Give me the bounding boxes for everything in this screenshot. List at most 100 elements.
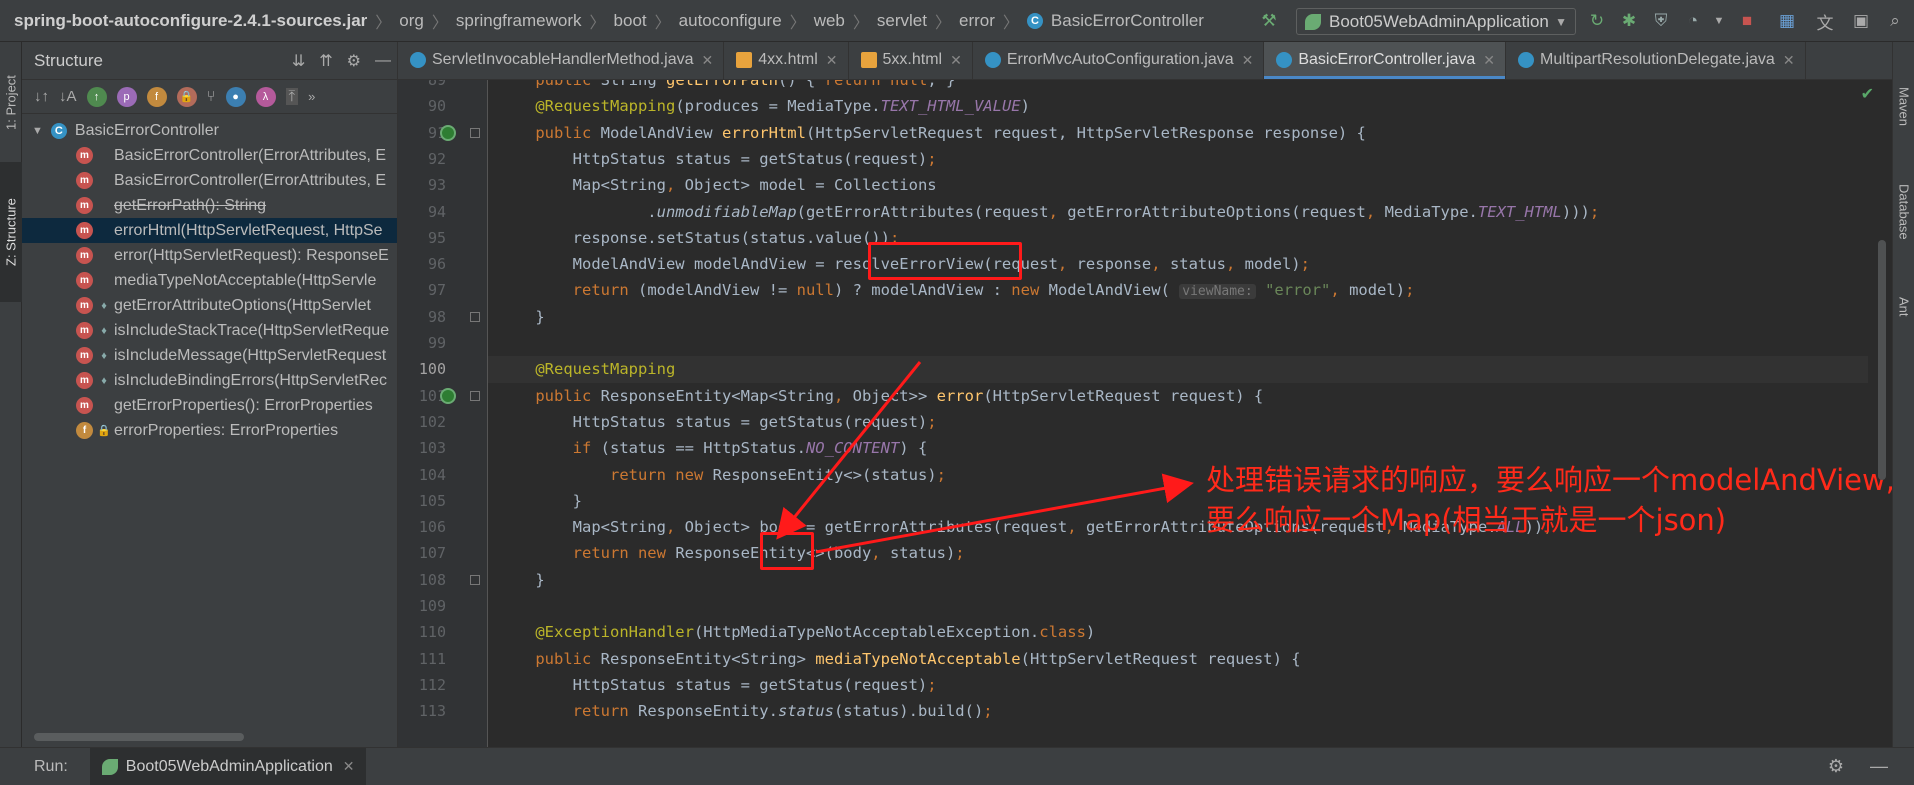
structure-item[interactable]: m ♦ getErrorAttributeOptions(HttpServlet xyxy=(22,293,397,318)
layout-icon[interactable]: ▣ xyxy=(1850,10,1872,32)
gear-icon[interactable]: ⚙ xyxy=(1828,756,1844,777)
breadcrumb: spring-boot-autoconfigure-2.4.1-sources.… xyxy=(14,10,1204,32)
structure-item[interactable]: m ♦ isIncludeStackTrace(HttpServletReque xyxy=(22,318,397,343)
project-structure-icon[interactable]: ▦ xyxy=(1776,10,1798,32)
editor-tab-label: BasicErrorController.java xyxy=(1298,51,1476,68)
editor-tab[interactable]: 4xx.html ✕ xyxy=(724,42,849,79)
structure-tool-tab[interactable]: Z: Structure xyxy=(0,162,22,302)
breadcrumb-error[interactable]: error xyxy=(959,11,995,31)
close-icon[interactable]: ✕ xyxy=(950,52,962,69)
html-file-icon xyxy=(860,52,877,68)
tree-root-class[interactable]: ▼ C BasicErrorController xyxy=(22,118,397,143)
show-inherited-icon[interactable]: ↑ xyxy=(86,86,107,107)
coverage-icon[interactable]: ⛨ xyxy=(1650,10,1672,32)
structure-item[interactable]: m BasicErrorController(ErrorAttributes, E xyxy=(22,168,397,193)
breadcrumb-jar[interactable]: spring-boot-autoconfigure-2.4.1-sources.… xyxy=(14,11,367,31)
structure-item[interactable]: m ♦ isIncludeBindingErrors(HttpServletRec xyxy=(22,368,397,393)
chevron-down-icon[interactable]: ▼ xyxy=(1708,10,1730,32)
maven-tab-label: Maven xyxy=(1896,87,1912,127)
search-icon[interactable]: ⌕ xyxy=(1884,10,1906,32)
autoscroll-icon[interactable]: ⤒ xyxy=(285,88,299,105)
chevron-down-icon: ▼ xyxy=(1555,14,1567,29)
close-icon[interactable]: ✕ xyxy=(343,758,355,775)
ant-tool-tab[interactable]: Ant xyxy=(1893,282,1914,332)
editor-tab[interactable]: 5xx.html ✕ xyxy=(849,42,973,79)
stop-icon[interactable]: ■ xyxy=(1736,10,1758,32)
breadcrumb-web[interactable]: web xyxy=(814,11,845,31)
lambdas-icon[interactable]: λ xyxy=(255,86,276,107)
structure-panel: Structure ⇊ ⇈ ⚙ — ↓↑ ↓A ↑ p f 🔒 ⑂ ● λ ⤒ … xyxy=(22,42,398,747)
breadcrumb-servlet[interactable]: servlet xyxy=(877,11,927,31)
show-fields-icon[interactable]: f xyxy=(146,86,167,107)
arrow-to-body xyxy=(776,361,922,540)
collapse-all-icon[interactable]: ⇈ xyxy=(319,51,332,71)
sort-alpha-icon[interactable]: ↓A xyxy=(59,88,77,105)
class-icon: C xyxy=(50,122,67,139)
project-tool-tab[interactable]: 1: Project xyxy=(0,48,22,158)
hammer-icon[interactable]: ⚒ xyxy=(1258,10,1280,32)
run-tab-label: Boot05WebAdminApplication xyxy=(125,757,333,775)
close-icon[interactable]: ✕ xyxy=(1242,52,1254,69)
show-non-public-icon[interactable]: 🔒 xyxy=(176,86,197,107)
visibility-icon: ♦ xyxy=(101,299,107,312)
structure-item[interactable]: m error(HttpServletRequest): ResponseE xyxy=(22,243,397,268)
profiler-icon[interactable]: ◔ xyxy=(1682,10,1704,32)
bug-icon[interactable]: ✱ xyxy=(1618,10,1640,32)
expand-all-icon[interactable]: ⇊ xyxy=(292,51,305,71)
anonymous-classes-icon[interactable]: ● xyxy=(225,86,246,107)
more-icon[interactable]: » xyxy=(308,89,315,104)
structure-item[interactable]: m getErrorPath(): String xyxy=(22,193,397,218)
structure-item[interactable]: m mediaTypeNotAcceptable(HttpServle xyxy=(22,268,397,293)
close-icon[interactable]: ✕ xyxy=(1783,52,1795,69)
structure-header: Structure ⇊ ⇈ ⚙ — xyxy=(22,42,397,80)
close-icon[interactable]: ✕ xyxy=(1483,52,1495,69)
breadcrumb-org[interactable]: org xyxy=(399,11,424,31)
horizontal-scrollbar[interactable] xyxy=(34,733,244,741)
ant-tab-label: Ant xyxy=(1896,297,1912,317)
tree-root-label: BasicErrorController xyxy=(74,121,219,139)
breadcrumb-autoconfigure[interactable]: autoconfigure xyxy=(679,11,782,31)
expand-arrow-icon[interactable]: ▼ xyxy=(32,125,43,137)
structure-item[interactable]: f 🔒 errorProperties: ErrorProperties xyxy=(22,418,397,443)
show-properties-icon[interactable]: p xyxy=(116,86,137,107)
ide-window: spring-boot-autoconfigure-2.4.1-sources.… xyxy=(0,0,1914,785)
run-config-select[interactable]: Boot05WebAdminApplication ▼ xyxy=(1296,8,1576,35)
structure-title: Structure xyxy=(34,50,103,70)
rerun-icon[interactable]: ↻ xyxy=(1586,10,1608,32)
method-icon: m xyxy=(76,372,93,389)
close-icon[interactable]: ✕ xyxy=(701,52,713,69)
structure-item[interactable]: m ♦ isIncludeMessage(HttpServletRequest xyxy=(22,343,397,368)
database-tool-tab[interactable]: Database xyxy=(1893,162,1914,262)
run-tab[interactable]: Boot05WebAdminApplication ✕ xyxy=(89,747,367,785)
structure-item[interactable]: m errorHtml(HttpServletRequest, HttpSe xyxy=(22,218,397,243)
arrow-to-annotation xyxy=(815,473,1194,554)
vertical-scrollbar[interactable] xyxy=(1878,240,1886,480)
editor-tab-label: MultipartResolutionDelegate.java xyxy=(1540,51,1775,68)
gear-icon[interactable]: ⚙ xyxy=(347,51,361,71)
structure-item[interactable]: m getErrorProperties(): ErrorProperties xyxy=(22,393,397,418)
maven-tool-tab[interactable]: Maven xyxy=(1893,72,1914,142)
structure-item[interactable]: m BasicErrorController(ErrorAttributes, E xyxy=(22,143,397,168)
minimize-icon[interactable]: — xyxy=(375,52,391,70)
breadcrumb-springframework[interactable]: springframework xyxy=(456,11,582,31)
editor-tab[interactable]: ServletInvocableHandlerMethod.java ✕ xyxy=(398,42,725,79)
code-editor[interactable]: 89 90 91 92 93 94 95 96 97 98 99 100 101 102 103 104 105… xyxy=(398,80,1892,747)
breadcrumb-boot[interactable]: boot xyxy=(614,11,647,31)
editor-tab[interactable]: BasicErrorController.java ✕ xyxy=(1264,42,1507,79)
run-label: Run: xyxy=(34,757,68,775)
editor-tab[interactable]: MultipartResolutionDelegate.java ✕ xyxy=(1506,42,1806,79)
navigation-bar: spring-boot-autoconfigure-2.4.1-sources.… xyxy=(0,0,1914,42)
java-class-icon xyxy=(1518,52,1535,68)
sort-visibility-icon[interactable]: ↓↑ xyxy=(34,88,49,105)
breadcrumb-class[interactable]: BasicErrorController xyxy=(1051,11,1204,31)
minimize-icon[interactable]: — xyxy=(1870,756,1888,777)
method-icon: m xyxy=(76,347,93,364)
translate-icon[interactable]: 文 xyxy=(1814,10,1836,33)
visibility-icon: ♦ xyxy=(101,349,107,362)
close-icon[interactable]: ✕ xyxy=(826,52,838,69)
structure-item-label: BasicErrorController(ErrorAttributes, E xyxy=(114,146,387,164)
group-icon[interactable]: ⑂ xyxy=(207,88,216,105)
editor-tab-label: ServletInvocableHandlerMethod.java xyxy=(432,51,694,68)
editor-tab[interactable]: ErrorMvcAutoConfiguration.java ✕ xyxy=(973,42,1265,79)
structure-item-label: isIncludeStackTrace(HttpServletReque xyxy=(114,321,390,339)
